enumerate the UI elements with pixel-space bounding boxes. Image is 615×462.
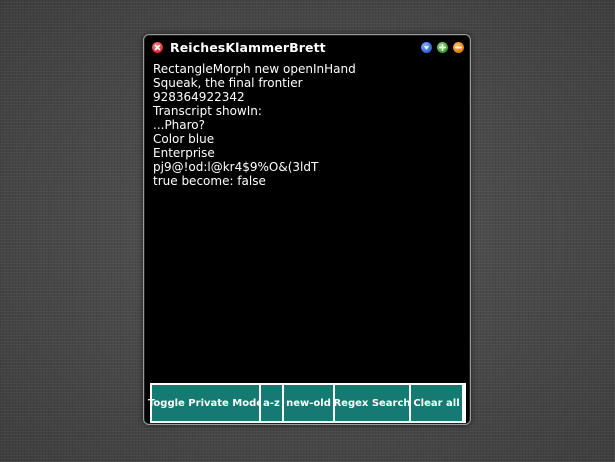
list-item[interactable]: Transcript showIn: xyxy=(153,104,463,118)
list-item[interactable]: ...Pharo? xyxy=(153,118,463,132)
sort-new-old-button[interactable]: new-old xyxy=(284,385,333,421)
regex-search-button[interactable]: Regex Search xyxy=(333,385,411,421)
list-item[interactable]: Enterprise xyxy=(153,146,463,160)
sort-az-button[interactable]: a-z xyxy=(261,385,282,421)
title-bar[interactable]: ReichesKlammerBrett xyxy=(144,35,470,59)
collapse-icon[interactable] xyxy=(453,42,464,53)
list-item[interactable]: RectangleMorph new openInHand xyxy=(153,62,463,76)
close-icon[interactable] xyxy=(152,42,163,53)
toolbar: Toggle Private Mode a-z new-old Regex Se… xyxy=(148,383,466,423)
clipboard-list: RectangleMorph new openInHand Squeak, th… xyxy=(153,62,463,382)
list-item[interactable]: Color blue xyxy=(153,132,463,146)
window-title: ReichesKlammerBrett xyxy=(170,40,326,55)
menu-icon[interactable] xyxy=(421,42,432,53)
list-item[interactable]: pj9@!od:l@kr4$9%O&(3ldT xyxy=(153,160,463,174)
list-item[interactable]: 928364922342 xyxy=(153,90,463,104)
list-item[interactable]: true become: false xyxy=(153,174,463,188)
list-item[interactable]: Squeak, the final frontier xyxy=(153,76,463,90)
toggle-private-mode-button[interactable]: Toggle Private Mode xyxy=(148,385,263,421)
clear-all-button[interactable]: Clear all xyxy=(411,385,462,421)
clipboard-window: ReichesKlammerBrett RectangleMorph new o… xyxy=(143,34,471,425)
expand-icon[interactable] xyxy=(437,42,448,53)
